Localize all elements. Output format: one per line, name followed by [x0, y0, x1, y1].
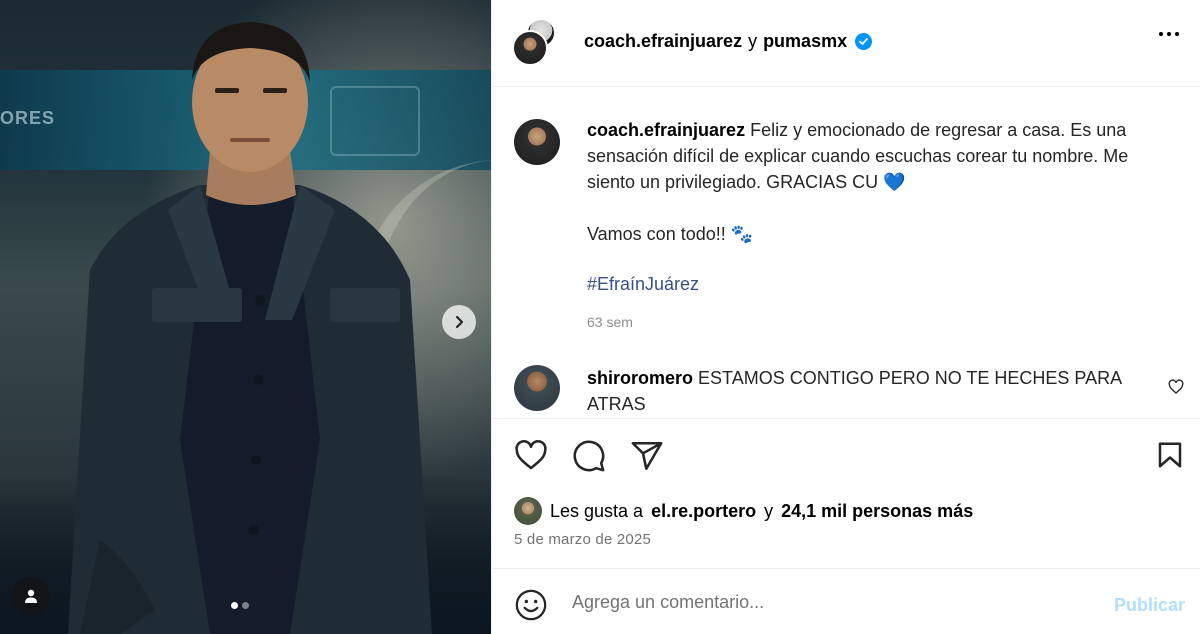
- verified-icon: [855, 33, 873, 50]
- banner-text: ORES: [0, 108, 56, 128]
- post-actions: Les gusta a el.re.portero y 24,1 mil per…: [492, 418, 1200, 569]
- post-header: coach.efrainjuarez y pumasmx: [492, 0, 1200, 87]
- comments-section[interactable]: coach.efrainjuarez Feliz y emocionado de…: [492, 87, 1200, 418]
- blue-heart-emoji: 💙: [883, 172, 906, 192]
- liker-avatar[interactable]: [514, 497, 542, 525]
- action-icons: [514, 439, 664, 473]
- caption-username[interactable]: coach.efrainjuarez: [587, 120, 745, 140]
- comment-button[interactable]: [572, 439, 606, 473]
- comment-input[interactable]: [572, 589, 1092, 615]
- likes-first-user[interactable]: el.re.portero: [651, 501, 756, 522]
- comment-like-button[interactable]: [1168, 379, 1184, 400]
- publish-button[interactable]: Publicar: [1114, 595, 1185, 616]
- comment-username[interactable]: shiroromero: [587, 368, 693, 388]
- coach-photo: [60, 20, 440, 634]
- likes-others[interactable]: 24,1 mil personas más: [781, 501, 973, 522]
- post-date[interactable]: 5 de marzo de 2025: [514, 531, 651, 548]
- collab-avatars[interactable]: [512, 18, 562, 68]
- add-comment-bar: Publicar: [492, 569, 1200, 634]
- post-media[interactable]: ORES: [0, 0, 491, 634]
- author-primary-link[interactable]: coach.efrainjuarez: [584, 31, 742, 52]
- instagram-post: ORES coach.efrainjuarez y pumasmx coach.…: [0, 0, 1200, 634]
- caption-hashtag[interactable]: #EfraínJuárez: [587, 271, 1177, 297]
- like-button[interactable]: [514, 439, 548, 473]
- share-button[interactable]: [630, 439, 664, 473]
- likes-prefix: Les gusta a: [550, 500, 644, 521]
- caption-avatar[interactable]: [514, 119, 560, 165]
- slide-indicator: [231, 602, 249, 609]
- post-authors: coach.efrainjuarez y pumasmx: [584, 31, 873, 52]
- author-secondary-link[interactable]: pumasmx: [763, 31, 847, 52]
- share-icon: [631, 441, 663, 471]
- avatar-coach[interactable]: [512, 30, 548, 66]
- chevron-right-icon: [455, 315, 464, 329]
- save-button[interactable]: [1155, 439, 1185, 476]
- likes-joiner: y: [764, 500, 774, 521]
- bookmark-icon: [1158, 442, 1182, 468]
- heart-icon: [1168, 379, 1184, 394]
- emoji-icon: [515, 589, 547, 621]
- caption-time[interactable]: 63 sem: [587, 309, 1177, 335]
- emoji-button[interactable]: [514, 588, 548, 627]
- comment-avatar[interactable]: [514, 365, 560, 411]
- more-options-button[interactable]: [1159, 32, 1179, 36]
- slide-dot: [242, 602, 249, 609]
- next-slide-button[interactable]: [442, 305, 476, 339]
- post-side-panel: coach.efrainjuarez y pumasmx coach.efrai…: [491, 0, 1200, 634]
- caption-line2: Vamos con todo!!: [587, 224, 726, 244]
- comment-icon: [573, 440, 605, 472]
- heart-icon: [515, 440, 547, 470]
- paw-emoji: 🐾: [730, 224, 754, 244]
- comment-text: shiroromero ESTAMOS CONTIGO PERO NO TE H…: [587, 365, 1147, 417]
- authors-conjunction: y: [748, 31, 758, 51]
- user-tag-icon: [25, 589, 37, 603]
- caption-text: coach.efrainjuarez Feliz y emocionado de…: [587, 117, 1177, 335]
- likes-summary: Les gusta a el.re.portero y 24,1 mil per…: [514, 497, 973, 525]
- tagged-users-button[interactable]: [12, 577, 50, 615]
- slide-dot-active: [231, 602, 238, 609]
- more-icon: [1159, 32, 1163, 36]
